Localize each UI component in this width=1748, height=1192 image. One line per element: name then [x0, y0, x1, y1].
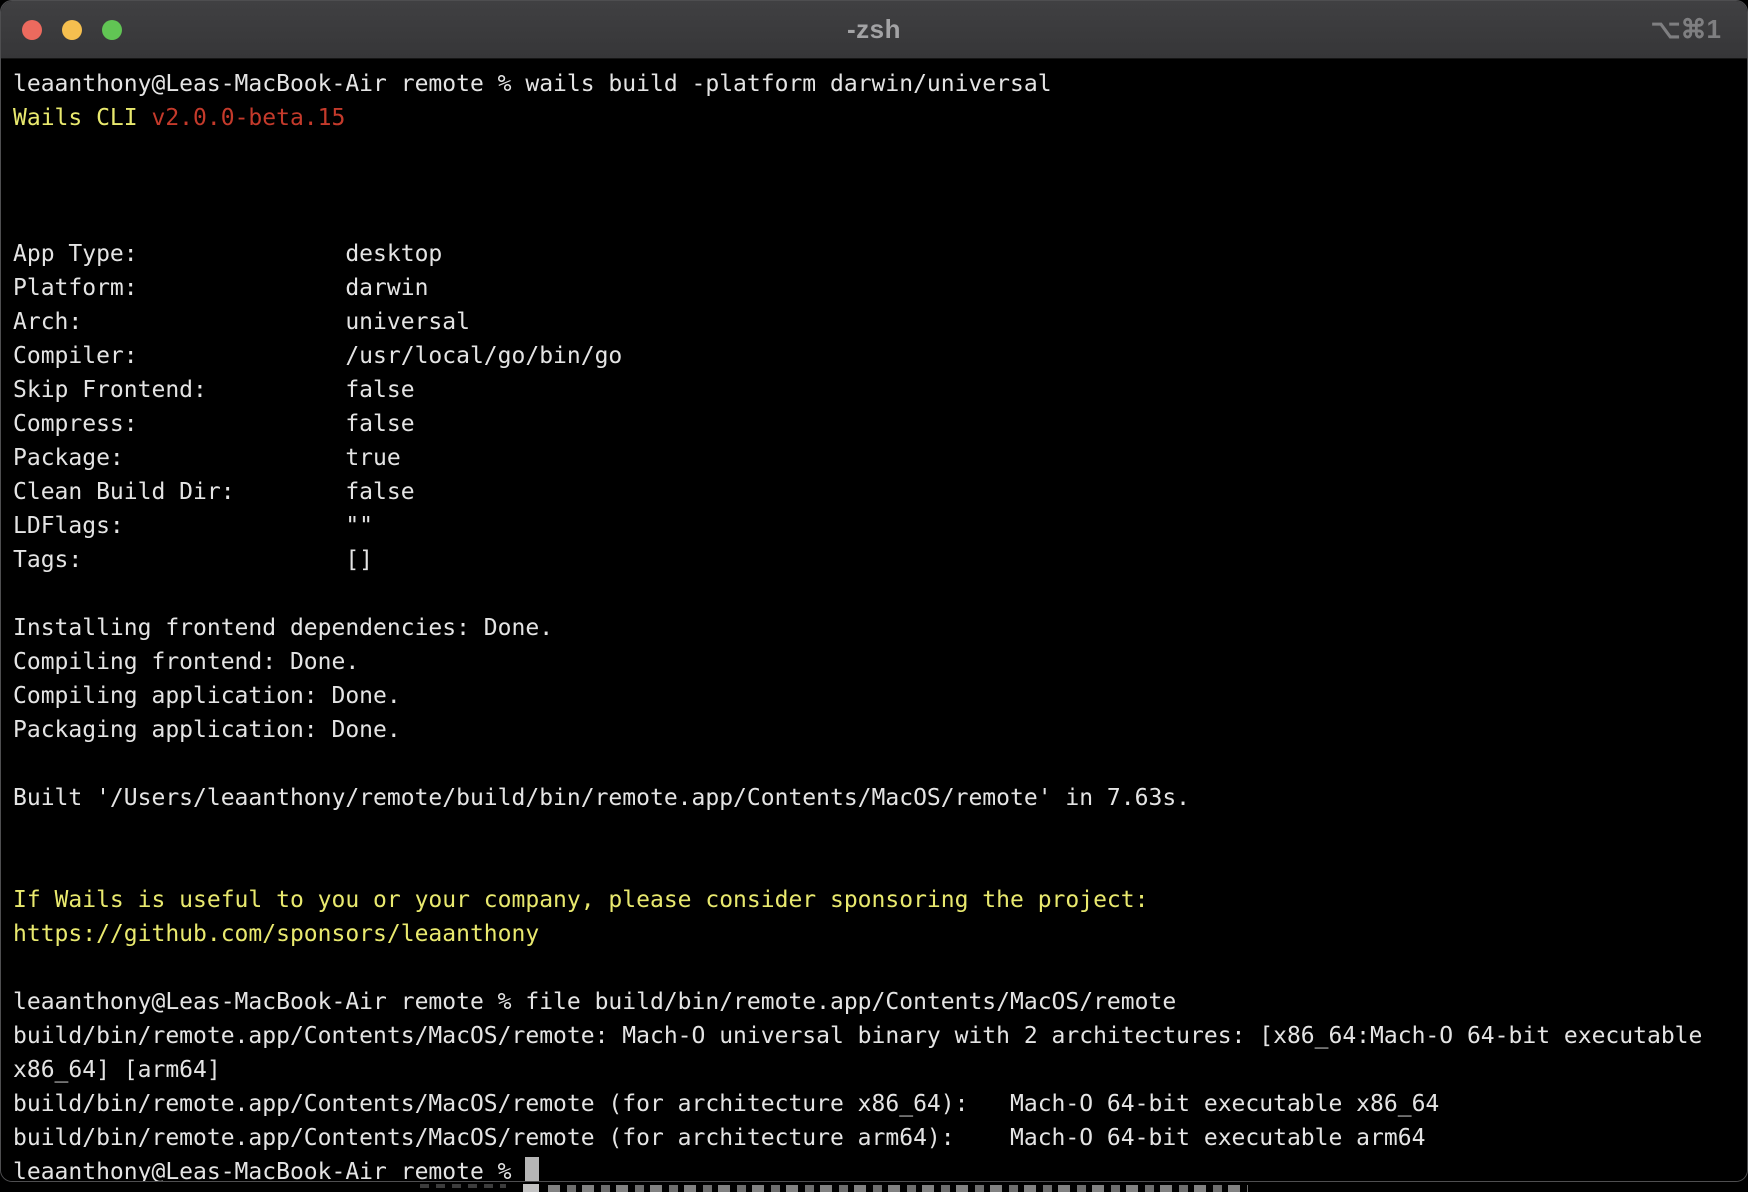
terminal-line	[13, 169, 1747, 203]
terminal-window: -zsh ⌥⌘1 leaanthony@Leas-MacBook-Air rem…	[0, 0, 1748, 1182]
zoom-button[interactable]	[102, 20, 122, 40]
clipped-background-text	[420, 1184, 506, 1188]
minimize-button[interactable]	[62, 20, 82, 40]
text-cursor	[525, 1157, 539, 1182]
terminal-line: Arch: universal	[13, 305, 1747, 339]
terminal-line: Compiling application: Done.	[13, 679, 1747, 713]
terminal-line: Packaging application: Done.	[13, 713, 1747, 747]
terminal-line: Wails CLI v2.0.0-beta.15	[13, 101, 1747, 135]
terminal-line: build/bin/remote.app/Contents/MacOS/remo…	[13, 1019, 1747, 1053]
clipped-background-cursor	[523, 1184, 539, 1192]
terminal-line: build/bin/remote.app/Contents/MacOS/remo…	[13, 1087, 1747, 1121]
tab-shortcut-badge: ⌥⌘1	[1651, 14, 1721, 45]
close-button[interactable]	[22, 20, 42, 40]
terminal-line: Compiler: /usr/local/go/bin/go	[13, 339, 1747, 373]
terminal-line: leaanthony@Leas-MacBook-Air remote %	[13, 1155, 1747, 1182]
title-bar[interactable]: -zsh ⌥⌘1	[1, 1, 1747, 59]
terminal-line: build/bin/remote.app/Contents/MacOS/remo…	[13, 1121, 1747, 1155]
terminal-line	[13, 203, 1747, 237]
terminal-line: Tags: []	[13, 543, 1747, 577]
background-window-artifacts	[0, 1184, 1748, 1192]
terminal-line	[13, 747, 1747, 781]
terminal-line	[13, 849, 1747, 883]
terminal-line: leaanthony@Leas-MacBook-Air remote % wai…	[13, 67, 1747, 101]
terminal-line: Installing frontend dependencies: Done.	[13, 611, 1747, 645]
terminal-line	[13, 577, 1747, 611]
traffic-lights	[22, 20, 122, 40]
terminal-line: x86_64] [arm64]	[13, 1053, 1747, 1087]
terminal-screen[interactable]: leaanthony@Leas-MacBook-Air remote % wai…	[1, 59, 1747, 1182]
terminal-line: If Wails is useful to you or your compan…	[13, 883, 1747, 917]
terminal-line: Compress: false	[13, 407, 1747, 441]
terminal-line: Platform: darwin	[13, 271, 1747, 305]
clipped-background-text	[548, 1185, 1248, 1192]
terminal-line: Package: true	[13, 441, 1747, 475]
terminal-line: https://github.com/sponsors/leaanthony	[13, 917, 1747, 951]
terminal-line: leaanthony@Leas-MacBook-Air remote % fil…	[13, 985, 1747, 1019]
terminal-line: Built '/Users/leaanthony/remote/build/bi…	[13, 781, 1747, 815]
terminal-line	[13, 815, 1747, 849]
window-title: -zsh	[847, 14, 901, 45]
terminal-line: LDFlags: ""	[13, 509, 1747, 543]
terminal-line: Clean Build Dir: false	[13, 475, 1747, 509]
terminal-line: Compiling frontend: Done.	[13, 645, 1747, 679]
terminal-line	[13, 135, 1747, 169]
terminal-line: App Type: desktop	[13, 237, 1747, 271]
terminal-line	[13, 951, 1747, 985]
terminal-line: Skip Frontend: false	[13, 373, 1747, 407]
